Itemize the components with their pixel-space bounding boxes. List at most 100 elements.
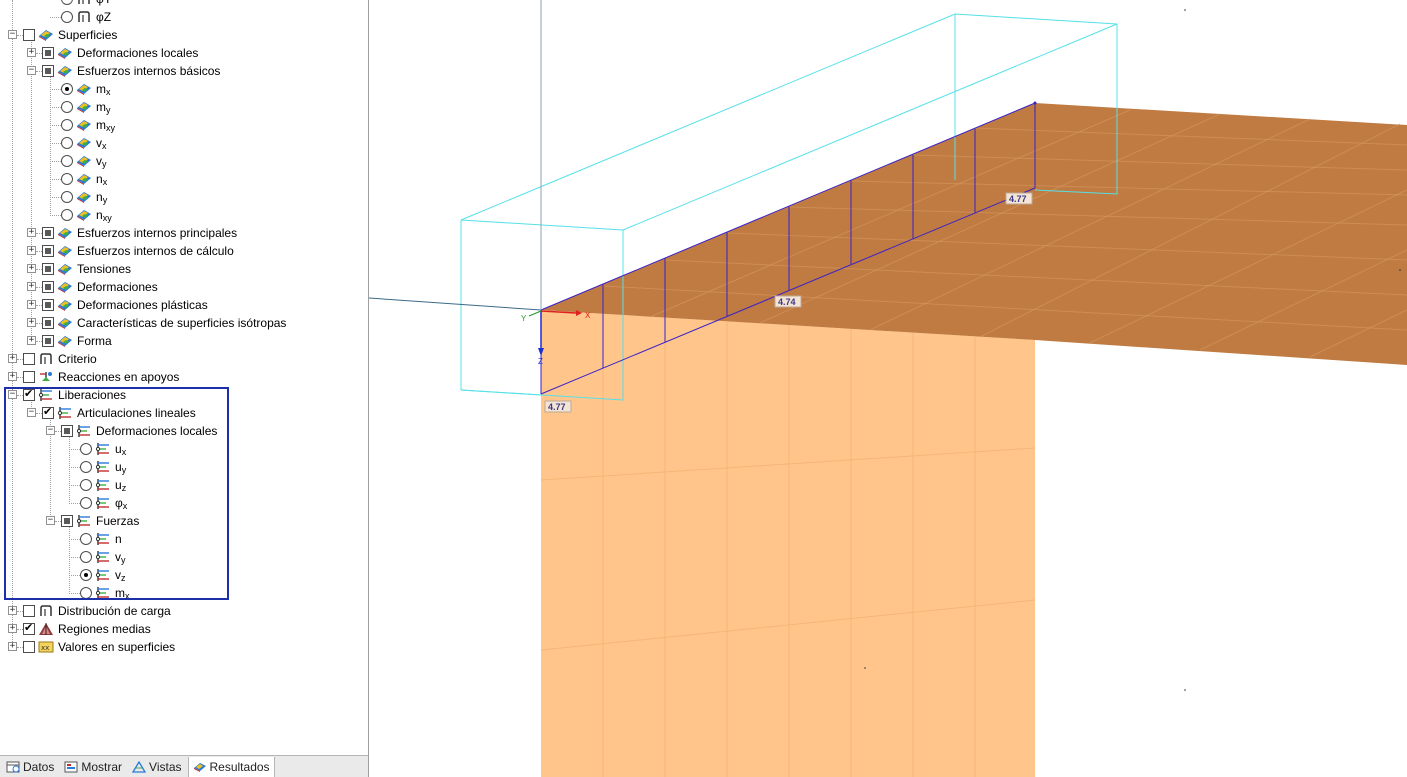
symbol-base: m bbox=[96, 117, 106, 132]
tree-item-surface-group-2-expander[interactable]: + bbox=[27, 264, 36, 273]
tree-item-basic-2[interactable]: mxy bbox=[61, 116, 115, 134]
tree-item-deformaciones-locales-expander[interactable]: + bbox=[27, 48, 36, 57]
tree-item-basic-3[interactable]: vx bbox=[61, 134, 107, 152]
tree-item-phi-y[interactable]: φY bbox=[61, 0, 112, 8]
surface-results-icon bbox=[58, 300, 72, 311]
support-reaction-icon bbox=[40, 372, 52, 381]
checkbox[interactable] bbox=[42, 263, 54, 275]
tree-item-basic-7[interactable]: nxy bbox=[61, 206, 112, 224]
checkbox[interactable] bbox=[42, 47, 54, 59]
moment-icon bbox=[78, 0, 90, 4]
checkbox[interactable] bbox=[23, 353, 35, 365]
tree-item-valores[interactable]: xx Valores en superficies bbox=[23, 638, 175, 656]
tree-item-surface-group-4[interactable]: Deformaciones plásticas bbox=[42, 296, 208, 314]
tree-item-label: vy bbox=[96, 154, 107, 169]
wall-surface bbox=[541, 310, 1035, 777]
tree-item-surface-group-3-expander[interactable]: + bbox=[27, 282, 36, 291]
tree-item-basic-1[interactable]: my bbox=[61, 98, 111, 116]
tree-item-surface-group-6[interactable]: Forma bbox=[42, 332, 112, 350]
selection-highlight-box bbox=[4, 387, 229, 600]
checkbox[interactable] bbox=[42, 335, 54, 347]
radio-button[interactable] bbox=[61, 11, 73, 23]
tree-connector bbox=[36, 71, 42, 72]
checkbox[interactable] bbox=[23, 621, 35, 635]
checkbox[interactable] bbox=[23, 371, 35, 383]
radio-button[interactable] bbox=[61, 155, 73, 167]
tab-1[interactable]: Mostrar bbox=[60, 757, 126, 777]
tree-item-phi-z[interactable]: φZ bbox=[61, 8, 111, 26]
tree-item-surface-group-3[interactable]: Deformaciones bbox=[42, 278, 158, 296]
radio-button[interactable] bbox=[61, 0, 73, 5]
checkbox[interactable] bbox=[42, 299, 54, 311]
tree-item-criterio[interactable]: Criterio bbox=[23, 350, 97, 368]
tree-connector bbox=[17, 629, 23, 630]
radio-button[interactable] bbox=[61, 83, 73, 95]
tree-item-surface-group-6-expander[interactable]: + bbox=[27, 336, 36, 345]
checkbox[interactable] bbox=[23, 641, 35, 653]
surface-results-icon bbox=[77, 84, 91, 95]
tree-item-esfuerzos-basicos[interactable]: Esfuerzos internos básicos bbox=[42, 62, 220, 80]
tree-item-surface-group-5-expander[interactable]: + bbox=[27, 318, 36, 327]
tree-item-esfuerzos-basicos-expander[interactable]: − bbox=[27, 66, 36, 75]
tree-connector bbox=[50, 215, 61, 216]
radio-button[interactable] bbox=[61, 137, 73, 149]
y-axis-label: Y bbox=[521, 314, 527, 323]
tree-item-basic-6[interactable]: ny bbox=[61, 188, 107, 206]
model-scene[interactable]: X Y Z 4.77 4.74 4.77 bbox=[369, 0, 1407, 777]
svg-text:4.77: 4.77 bbox=[1009, 194, 1027, 204]
radio-button[interactable] bbox=[61, 209, 73, 221]
tree-item-label: Esfuerzos internos de cálculo bbox=[77, 244, 234, 258]
tree-connector bbox=[50, 143, 61, 144]
tree-item-label: Forma bbox=[77, 334, 112, 348]
tab-3[interactable]: Resultados bbox=[187, 756, 275, 777]
tree-item-label: mx bbox=[96, 82, 111, 97]
symbol-base: n bbox=[96, 171, 103, 186]
tree-item-surface-group-4-expander[interactable]: + bbox=[27, 300, 36, 309]
radio-button[interactable] bbox=[61, 173, 73, 185]
tree-item-regiones[interactable]: Regiones medias bbox=[23, 620, 151, 638]
tree-item-basic-0[interactable]: mx bbox=[61, 80, 111, 98]
tree-item-surface-group-5[interactable]: Características de superficies isótropas bbox=[42, 314, 286, 332]
checkbox[interactable] bbox=[42, 65, 54, 77]
radio-button[interactable] bbox=[61, 101, 73, 113]
checkbox[interactable] bbox=[42, 227, 54, 239]
tree-item-criterio-expander[interactable]: + bbox=[8, 354, 17, 363]
tree-item-surface-group-0[interactable]: Esfuerzos internos principales bbox=[42, 224, 237, 242]
surface-results-icon bbox=[58, 48, 72, 59]
surface-results-icon bbox=[58, 264, 72, 275]
tree-connector bbox=[36, 341, 42, 342]
radio-button[interactable] bbox=[61, 119, 73, 131]
tree-item-surface-group-1[interactable]: Esfuerzos internos de cálculo bbox=[42, 242, 234, 260]
symbol-subscript: xy bbox=[102, 212, 112, 223]
3d-viewport[interactable]: X Y Z 4.77 4.74 4.77 bbox=[369, 0, 1407, 777]
tree-item-distribucion-expander[interactable]: + bbox=[8, 606, 17, 615]
radio-button[interactable] bbox=[61, 191, 73, 203]
checkbox[interactable] bbox=[23, 29, 35, 41]
symbol-subscript: y bbox=[106, 104, 111, 115]
tree-item-superficies[interactable]: Superficies bbox=[23, 26, 117, 44]
tree-item-basic-5[interactable]: nx bbox=[61, 170, 107, 188]
tree-item-superficies-expander[interactable]: − bbox=[8, 30, 17, 39]
tree-connector bbox=[36, 323, 42, 324]
checkbox[interactable] bbox=[23, 605, 35, 617]
tab-label: Datos bbox=[23, 760, 55, 774]
tab-2[interactable]: Vistas bbox=[128, 757, 185, 777]
tree-connector bbox=[50, 125, 61, 126]
tree-item-distribucion[interactable]: Distribución de carga bbox=[23, 602, 171, 620]
tree-item-surface-group-2[interactable]: Tensiones bbox=[42, 260, 131, 278]
tree-item-valores-expander[interactable]: + bbox=[8, 642, 17, 651]
tab-0[interactable]: Datos bbox=[2, 757, 58, 777]
checkbox[interactable] bbox=[42, 245, 54, 257]
tree-item-reacciones[interactable]: Reacciones en apoyos bbox=[23, 368, 179, 386]
symbol-subscript: x bbox=[102, 140, 107, 151]
tree-item-surface-group-1-expander[interactable]: + bbox=[27, 246, 36, 255]
tree-item-surface-group-0-expander[interactable]: + bbox=[27, 228, 36, 237]
tree-item-deformaciones-locales[interactable]: Deformaciones locales bbox=[42, 44, 198, 62]
tree-item-basic-4[interactable]: vy bbox=[61, 152, 107, 170]
tree-item-reacciones-expander[interactable]: + bbox=[8, 372, 17, 381]
checkbox[interactable] bbox=[42, 281, 54, 293]
navigator-tabs: Datos Mostrar Vistas Resultados bbox=[0, 755, 368, 777]
checkbox[interactable] bbox=[42, 317, 54, 329]
tree-connector bbox=[17, 611, 23, 612]
tree-item-regiones-expander[interactable]: + bbox=[8, 624, 17, 633]
